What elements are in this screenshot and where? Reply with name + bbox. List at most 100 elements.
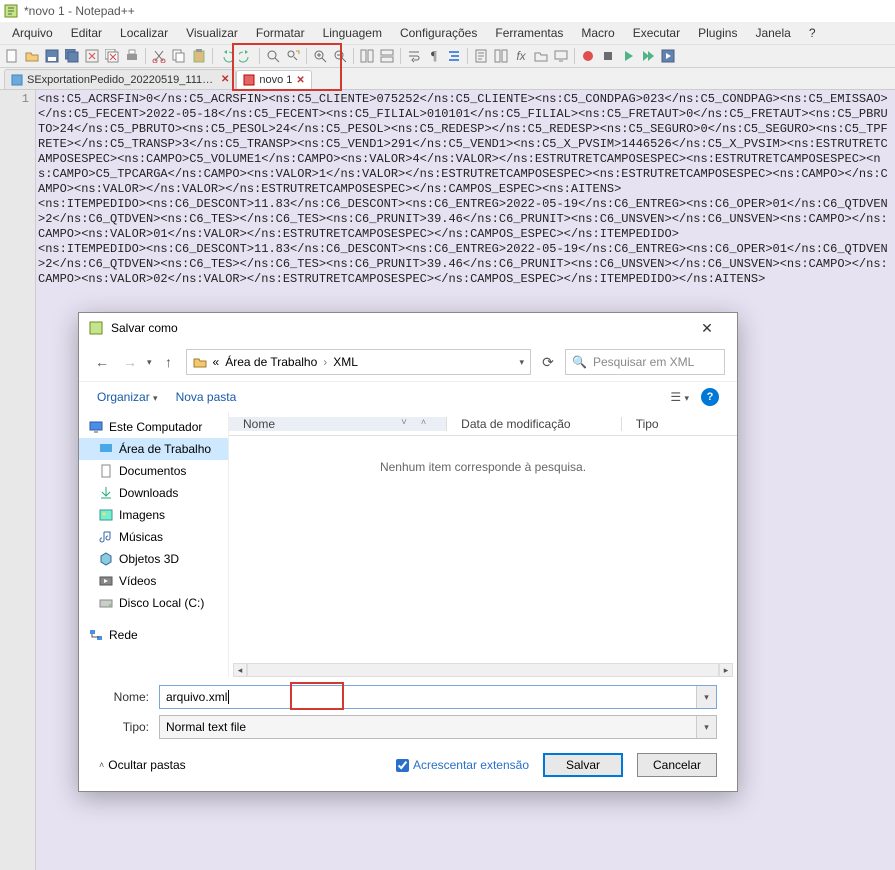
cancel-button[interactable]: Cancelar — [637, 753, 717, 777]
stop-macro-icon[interactable] — [600, 48, 616, 64]
save-all-icon[interactable] — [64, 48, 80, 64]
menu-formatar[interactable]: Formatar — [248, 24, 313, 42]
undo-icon[interactable] — [218, 48, 234, 64]
filetype-dropdown[interactable]: ▾ — [696, 716, 716, 738]
append-extension-input[interactable] — [396, 759, 409, 772]
nav-label: Documentos — [119, 464, 186, 478]
print-icon[interactable] — [124, 48, 140, 64]
save-macro-icon[interactable] — [660, 48, 676, 64]
save-icon[interactable] — [44, 48, 60, 64]
scroll-right-icon[interactable]: ▸ — [719, 663, 733, 677]
hide-folders-toggle[interactable]: ˄ Ocultar pastas — [99, 758, 186, 772]
zoom-in-icon[interactable] — [312, 48, 328, 64]
menu-macro[interactable]: Macro — [573, 24, 622, 42]
breadcrumb[interactable]: « Área de Trabalho › XML ▾ — [186, 349, 531, 375]
col-date[interactable]: Data de modificação — [447, 417, 622, 431]
nav-documents[interactable]: Documentos — [79, 460, 228, 482]
search-input[interactable]: 🔍 Pesquisar em XML — [565, 349, 725, 375]
breadcrumb-dropdown[interactable]: ▾ — [519, 357, 524, 368]
breadcrumb-part[interactable]: XML — [333, 355, 358, 369]
nav-network[interactable]: Rede — [79, 624, 228, 646]
dialog-close-button[interactable]: ✕ — [687, 314, 727, 342]
image-icon — [99, 508, 113, 522]
find-icon[interactable] — [265, 48, 281, 64]
nav-label: Disco Local (C:) — [119, 596, 204, 610]
wordwrap-icon[interactable] — [406, 48, 422, 64]
nav-downloads[interactable]: Downloads — [79, 482, 228, 504]
tab-close-icon[interactable]: ✕ — [221, 74, 229, 85]
forward-button[interactable]: → — [119, 351, 141, 373]
tab-close-icon[interactable]: ✕ — [296, 75, 304, 86]
menubar: Arquivo Editar Localizar Visualizar Form… — [0, 22, 895, 44]
monitor-icon[interactable] — [553, 48, 569, 64]
new-folder-button[interactable]: Nova pasta — [176, 390, 237, 404]
tab-file-1[interactable]: SExportationPedido_20220519_111534.log ✕ — [4, 69, 236, 89]
function-list-icon[interactable]: fx — [513, 48, 529, 64]
save-button[interactable]: Salvar — [543, 753, 623, 777]
organize-menu[interactable]: Organizar ▾ — [97, 390, 158, 404]
horiz-scrollbar[interactable]: ◂ ▸ — [229, 663, 737, 677]
download-icon — [99, 486, 113, 500]
menu-localizar[interactable]: Localizar — [112, 24, 176, 42]
music-icon — [99, 530, 113, 544]
refresh-button[interactable]: ⟳ — [537, 351, 559, 373]
up-button[interactable]: ↑ — [158, 351, 180, 373]
nav-3d-objects[interactable]: Objetos 3D — [79, 548, 228, 570]
history-dropdown[interactable]: ▾ — [147, 357, 152, 368]
append-extension-checkbox[interactable]: Acrescentar extensão — [396, 758, 529, 772]
menu-plugins[interactable]: Plugins — [690, 24, 745, 42]
doc-list-icon[interactable] — [493, 48, 509, 64]
cut-icon[interactable] — [151, 48, 167, 64]
menu-configuracoes[interactable]: Configurações — [392, 24, 485, 42]
filetype-select[interactable]: Normal text file ▾ — [159, 715, 717, 739]
close-all-icon[interactable] — [104, 48, 120, 64]
indent-guide-icon[interactable] — [446, 48, 462, 64]
nav-pictures[interactable]: Imagens — [79, 504, 228, 526]
dialog-footer: ˄ Ocultar pastas Acrescentar extensão Sa… — [79, 739, 737, 791]
record-macro-icon[interactable] — [580, 48, 596, 64]
open-file-icon[interactable] — [24, 48, 40, 64]
tab-label: SExportationPedido_20220519_111534.log — [27, 74, 217, 86]
help-icon[interactable]: ? — [701, 388, 719, 406]
copy-icon[interactable] — [171, 48, 187, 64]
scroll-left-icon[interactable]: ◂ — [233, 663, 247, 677]
nav-videos[interactable]: Vídeos — [79, 570, 228, 592]
menu-editar[interactable]: Editar — [63, 24, 110, 42]
view-options-button[interactable]: ☰ ▾ — [670, 390, 689, 404]
tab-label: novo 1 — [259, 74, 292, 86]
window-titlebar: *novo 1 - Notepad++ — [0, 0, 895, 22]
col-type[interactable]: Tipo — [622, 417, 737, 431]
menu-ferramentas[interactable]: Ferramentas — [487, 24, 571, 42]
sync-vert-icon[interactable] — [359, 48, 375, 64]
filename-input[interactable]: arquivo.xml ▾ — [159, 685, 717, 709]
back-button[interactable]: ← — [91, 351, 113, 373]
menu-janela[interactable]: Janela — [747, 24, 798, 42]
filename-dropdown[interactable]: ▾ — [696, 686, 716, 708]
col-name[interactable]: Nome ˄ ˅ — [229, 417, 447, 431]
nav-music[interactable]: Músicas — [79, 526, 228, 548]
nav-desktop[interactable]: Área de Trabalho — [79, 438, 228, 460]
play-multi-icon[interactable] — [640, 48, 656, 64]
menu-arquivo[interactable]: Arquivo — [4, 24, 61, 42]
nav-local-disk[interactable]: Disco Local (C:) — [79, 592, 228, 614]
menu-executar[interactable]: Executar — [625, 24, 688, 42]
doc-map-icon[interactable] — [473, 48, 489, 64]
redo-icon[interactable] — [238, 48, 254, 64]
menu-linguagem[interactable]: Linguagem — [315, 24, 390, 42]
close-file-icon[interactable] — [84, 48, 100, 64]
nav-this-pc[interactable]: Este Computador — [79, 416, 228, 438]
nav-label: Downloads — [119, 486, 178, 500]
breadcrumb-part[interactable]: Área de Trabalho — [225, 355, 317, 369]
paste-icon[interactable] — [191, 48, 207, 64]
sync-horiz-icon[interactable] — [379, 48, 395, 64]
tab-file-2[interactable]: novo 1 ✕ — [236, 70, 311, 90]
show-all-chars-icon[interactable]: ¶ — [426, 48, 442, 64]
play-macro-icon[interactable] — [620, 48, 636, 64]
menu-help[interactable]: ? — [801, 24, 824, 42]
zoom-out-icon[interactable] — [332, 48, 348, 64]
folder-workspace-icon[interactable] — [533, 48, 549, 64]
app-icon — [89, 321, 103, 335]
replace-icon[interactable] — [285, 48, 301, 64]
new-file-icon[interactable] — [4, 48, 20, 64]
menu-visualizar[interactable]: Visualizar — [178, 24, 246, 42]
